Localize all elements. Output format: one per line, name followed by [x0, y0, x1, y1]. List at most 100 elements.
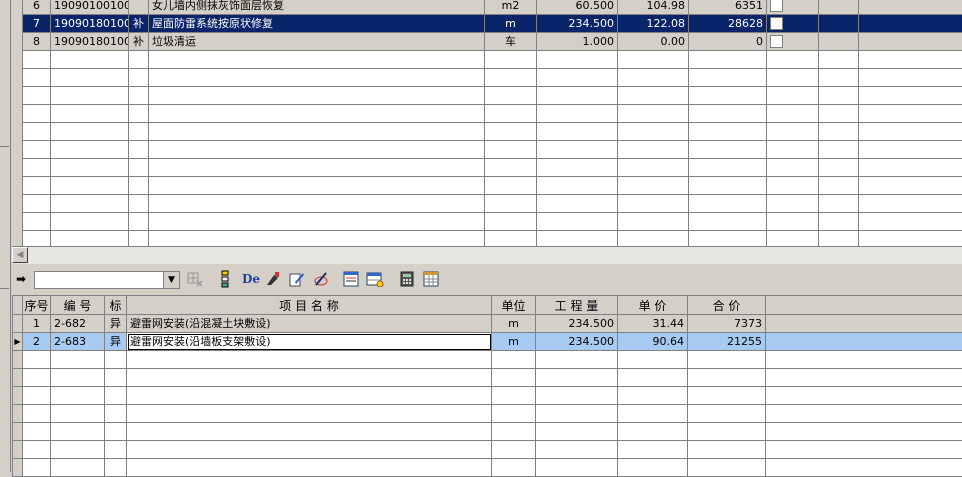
column-header-price[interactable]: 单 价 — [618, 296, 688, 315]
empty-row[interactable] — [23, 195, 962, 213]
empty-row[interactable] — [13, 441, 962, 459]
empty-cell — [149, 213, 485, 231]
mark-cell — [129, 0, 149, 15]
empty-cell — [819, 69, 859, 87]
column-header-mark[interactable]: 标 — [105, 296, 127, 315]
empty-cell — [129, 105, 149, 123]
name-cell[interactable]: 屋面防雷系统按原状修复 — [149, 15, 485, 33]
empty-cell — [688, 405, 766, 423]
row-checkbox[interactable] — [770, 0, 783, 12]
empty-cell — [492, 351, 536, 369]
table-row[interactable]: 8 190901801002 补 垃圾清运 车 1.000 0.00 0 — [23, 33, 962, 51]
empty-cell — [23, 195, 51, 213]
empty-cell — [23, 441, 51, 459]
column-header-seq[interactable]: 序号 — [23, 296, 51, 315]
row-checkbox[interactable] — [770, 35, 783, 48]
insert-row-icon[interactable] — [216, 270, 234, 288]
table-row-current[interactable]: ▶ 2 2-683 异 避雷网安装(沿墙板支架敷设) m 234.500 90.… — [13, 333, 962, 351]
empty-row[interactable] — [23, 51, 962, 69]
empty-row[interactable] — [23, 159, 962, 177]
arrow-right-icon[interactable]: ➡ — [12, 270, 30, 288]
empty-cell — [129, 159, 149, 177]
brush-icon[interactable] — [264, 270, 282, 288]
empty-cell — [819, 105, 859, 123]
empty-row[interactable] — [13, 459, 962, 477]
empty-cell — [51, 87, 129, 105]
empty-row[interactable] — [13, 405, 962, 423]
edit-doc-icon[interactable] — [288, 270, 306, 288]
checkbox-cell[interactable] — [767, 15, 819, 33]
empty-row[interactable] — [23, 141, 962, 159]
column-header-name[interactable]: 项 目 名 称 — [127, 296, 492, 315]
qty-cell[interactable]: 234.500 — [536, 315, 618, 333]
code-cell[interactable]: 2-682 — [51, 315, 105, 333]
column-header-unit[interactable]: 单位 — [492, 296, 536, 315]
row-checkbox[interactable] — [770, 17, 783, 30]
price-cell: 31.44 — [618, 315, 688, 333]
empty-cell — [492, 369, 536, 387]
grid-delete-icon[interactable] — [186, 270, 204, 288]
empty-row[interactable] — [13, 387, 962, 405]
column-header-total[interactable]: 合 价 — [688, 296, 766, 315]
empty-cell — [129, 87, 149, 105]
item-combo-box[interactable]: ▼ — [34, 271, 180, 289]
qty-cell[interactable]: 60.500 — [537, 0, 618, 15]
empty-cell — [23, 51, 51, 69]
empty-row[interactable] — [23, 177, 962, 195]
chevron-down-icon[interactable]: ▼ — [163, 272, 179, 288]
code-cell: 190901801002 — [51, 33, 129, 51]
checkbox-cell[interactable] — [767, 33, 819, 51]
empty-cell — [23, 459, 51, 477]
scroll-left-button[interactable]: ◀ — [12, 247, 28, 263]
name-cell-editing[interactable]: 避雷网安装(沿墙板支架敷设) — [127, 333, 492, 351]
empty-cell — [767, 51, 819, 69]
empty-cell — [618, 87, 689, 105]
empty-cell — [149, 105, 485, 123]
empty-row[interactable] — [23, 87, 962, 105]
unit-cell: m — [485, 15, 537, 33]
spreadsheet-icon[interactable] — [422, 270, 440, 288]
calculator-icon[interactable] — [398, 270, 416, 288]
de-quota-icon[interactable]: De — [240, 270, 262, 288]
empty-cell — [537, 213, 618, 231]
qty-cell[interactable]: 1.000 — [537, 33, 618, 51]
top-item-table[interactable]: 6 190901001001 女儿墙内侧抹灰饰面层恢复 m2 60.500 10… — [22, 0, 962, 249]
empty-cell — [51, 105, 129, 123]
table-settings-icon[interactable] — [366, 270, 384, 288]
empty-cell — [537, 123, 618, 141]
quota-detail-table[interactable]: 序号 编 号 标 项 目 名 称 单位 工 程 量 单 价 合 价 1 2-68… — [12, 295, 962, 477]
empty-row[interactable] — [13, 423, 962, 441]
empty-cell — [105, 369, 127, 387]
pen-icon[interactable] — [312, 270, 330, 288]
empty-row[interactable] — [23, 123, 962, 141]
header-row: 序号 编 号 标 项 目 名 称 单位 工 程 量 单 价 合 价 — [13, 296, 962, 315]
qty-cell[interactable]: 234.500 — [536, 333, 618, 351]
horizontal-scrollbar[interactable]: ◀ — [12, 246, 962, 264]
column-header-code[interactable]: 编 号 — [51, 296, 105, 315]
code-cell[interactable]: 2-683 — [51, 333, 105, 351]
name-cell[interactable]: 女儿墙内侧抹灰饰面层恢复 — [149, 0, 485, 15]
empty-row[interactable] — [13, 369, 962, 387]
empty-cell — [51, 195, 129, 213]
table-row-selected[interactable]: 7 190901801001 补 屋面防雷系统按原状修复 m 234.500 1… — [23, 15, 962, 33]
empty-row[interactable] — [13, 351, 962, 369]
name-cell[interactable]: 避雷网安装(沿混凝土块敷设) — [127, 315, 492, 333]
toolbar: ➡ ▼ De — [12, 266, 962, 294]
report-icon[interactable] — [342, 270, 360, 288]
empty-row[interactable] — [23, 105, 962, 123]
checkbox-cell[interactable] — [767, 0, 819, 15]
name-cell[interactable]: 垃圾清运 — [149, 33, 485, 51]
empty-row[interactable] — [23, 213, 962, 231]
empty-row[interactable] — [23, 69, 962, 87]
column-header-qty[interactable]: 工 程 量 — [536, 296, 618, 315]
empty-cell — [51, 123, 129, 141]
empty-cell — [149, 177, 485, 195]
empty-cell — [766, 387, 962, 405]
empty-cell — [23, 69, 51, 87]
table-row[interactable]: 6 190901001001 女儿墙内侧抹灰饰面层恢复 m2 60.500 10… — [23, 0, 962, 15]
empty-cell — [767, 159, 819, 177]
qty-cell[interactable]: 234.500 — [537, 15, 618, 33]
empty-cell — [51, 177, 129, 195]
table-row[interactable]: 1 2-682 异 避雷网安装(沿混凝土块敷设) m 234.500 31.44… — [13, 315, 962, 333]
empty-cell — [149, 195, 485, 213]
